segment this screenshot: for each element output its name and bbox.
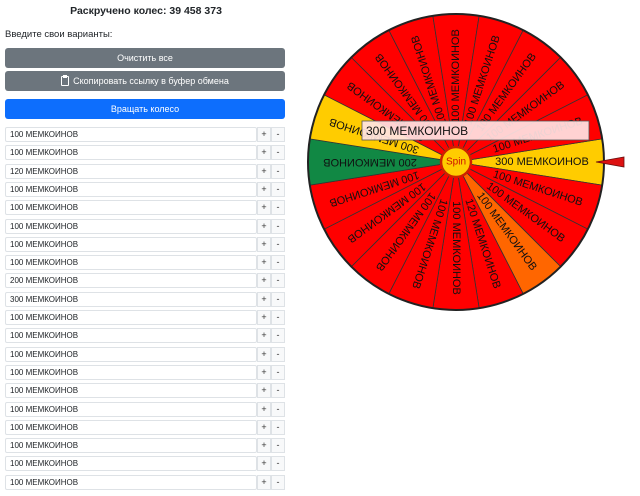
increase-button[interactable]: + — [257, 145, 271, 161]
option-row: 100 МЕМКОИНОВ + - — [5, 346, 285, 362]
decrease-button[interactable]: - — [271, 200, 285, 216]
prize-wheel[interactable]: 300 МЕМКОИНОВ100 МЕМКОИНОВ100 МЕМКОИНОВ1… — [300, 0, 640, 330]
option-row: 200 МЕМКОИНОВ + - — [5, 273, 285, 289]
option-input[interactable]: 120 МЕМКОИНОВ — [5, 163, 257, 179]
increase-button[interactable]: + — [257, 291, 271, 307]
option-input[interactable]: 100 МЕМКОИНОВ — [5, 255, 257, 271]
decrease-button[interactable]: - — [271, 291, 285, 307]
decrease-button[interactable]: - — [271, 419, 285, 435]
option-row: 100 МЕМКОИНОВ + - — [5, 200, 285, 216]
option-row: 100 МЕМКОИНОВ + - — [5, 255, 285, 271]
increase-button[interactable]: + — [257, 364, 271, 380]
increase-button[interactable]: + — [257, 474, 271, 490]
option-input[interactable]: 100 МЕМКОИНОВ — [5, 145, 257, 161]
clear-all-label: Очистить все — [117, 53, 173, 63]
copy-link-button[interactable]: Скопировать ссылку в буфер обмена — [5, 71, 285, 91]
increase-button[interactable]: + — [257, 236, 271, 252]
option-input[interactable]: 100 МЕМКОИНОВ — [5, 419, 257, 435]
clipboard-icon — [61, 75, 70, 86]
option-row: 100 МЕМКОИНОВ + - — [5, 218, 285, 234]
option-input[interactable]: 100 МЕМКОИНОВ — [5, 218, 257, 234]
increase-button[interactable]: + — [257, 383, 271, 399]
wheel-segment-label: 200 МЕМКОИНОВ — [323, 156, 417, 168]
options-hint: Введите свои варианты: — [5, 29, 113, 40]
increase-button[interactable]: + — [257, 328, 271, 344]
increase-button[interactable]: + — [257, 200, 271, 216]
option-input[interactable]: 100 МЕМКОИНОВ — [5, 181, 257, 197]
option-input[interactable]: 200 МЕМКОИНОВ — [5, 273, 257, 289]
option-row: 100 МЕМКОИНОВ + - — [5, 145, 285, 161]
decrease-button[interactable]: - — [271, 364, 285, 380]
increase-button[interactable]: + — [257, 438, 271, 454]
decrease-button[interactable]: - — [271, 401, 285, 417]
increase-button[interactable]: + — [257, 310, 271, 325]
decrease-button[interactable]: - — [271, 255, 285, 271]
option-row: 300 МЕМКОИНОВ + - — [5, 291, 285, 307]
decrease-button[interactable]: - — [271, 456, 285, 472]
option-row: 120 МЕМКОИНОВ + - — [5, 163, 285, 179]
wheel-segment-label: 100 МЕМКОИНОВ — [450, 29, 462, 123]
option-row: 100 МЕМКОИНОВ + - — [5, 127, 285, 142]
option-input[interactable]: 100 МЕМКОИНОВ — [5, 200, 257, 216]
option-row: 100 МЕМКОИНОВ + - — [5, 383, 285, 399]
options-panel: Раскручено колес: 39 458 373 Введите сво… — [0, 0, 292, 496]
option-input[interactable]: 100 МЕМКОИНОВ — [5, 346, 257, 362]
increase-button[interactable]: + — [257, 255, 271, 271]
spin-wheel-label: Вращать колесо — [110, 104, 180, 114]
wheel-area: 300 МЕМКОИНОВ 100 МЕМКОИНОВ 100 МЕМКОИНОВ 1… — [300, 0, 640, 330]
option-row: 100 МЕМКОИНОВ + - — [5, 474, 285, 490]
increase-button[interactable]: + — [257, 163, 271, 179]
decrease-button[interactable]: - — [271, 328, 285, 344]
decrease-button[interactable]: - — [271, 383, 285, 399]
option-input[interactable]: 100 МЕМКОИНОВ — [5, 328, 257, 344]
option-row: 100 МЕМКОИНОВ + - — [5, 401, 285, 417]
spin-counter: Раскручено колес: 39 458 373 — [70, 5, 222, 17]
option-row: 100 МЕМКОИНОВ + - — [5, 438, 285, 454]
option-input[interactable]: 100 МЕМКОИНОВ — [5, 236, 257, 252]
increase-button[interactable]: + — [257, 401, 271, 417]
option-input[interactable]: 100 МЕМКОИНОВ — [5, 364, 257, 380]
option-row: 100 МЕМКОИНОВ + - — [5, 456, 285, 472]
decrease-button[interactable]: - — [271, 145, 285, 161]
spin-wheel-button[interactable]: Вращать колесо — [5, 99, 285, 119]
decrease-button[interactable]: - — [271, 127, 285, 142]
option-row: 100 МЕМКОИНОВ + - — [5, 310, 285, 325]
spin-hub-label: Spin — [446, 157, 466, 168]
option-input[interactable]: 100 МЕМКОИНОВ — [5, 401, 257, 417]
option-input[interactable]: 100 МЕМКОИНОВ — [5, 310, 257, 325]
increase-button[interactable]: + — [257, 419, 271, 435]
decrease-button[interactable]: - — [271, 236, 285, 252]
option-row: 100 МЕМКОИНОВ + - — [5, 181, 285, 197]
decrease-button[interactable]: - — [271, 273, 285, 289]
option-input[interactable]: 100 МЕМКОИНОВ — [5, 474, 257, 490]
increase-button[interactable]: + — [257, 346, 271, 362]
decrease-button[interactable]: - — [271, 218, 285, 234]
increase-button[interactable]: + — [257, 181, 271, 197]
wheel-segment-label: 100 МЕМКОИНОВ — [450, 201, 462, 295]
wheel-segment-label: 300 МЕМКОИНОВ — [495, 156, 589, 168]
option-row: 100 МЕМКОИНОВ + - — [5, 364, 285, 380]
result-label: 300 МЕМКОИНОВ — [366, 124, 468, 138]
increase-button[interactable]: + — [257, 218, 271, 234]
increase-button[interactable]: + — [257, 456, 271, 472]
decrease-button[interactable]: - — [271, 310, 285, 325]
decrease-button[interactable]: - — [271, 163, 285, 179]
option-row: 100 МЕМКОИНОВ + - — [5, 328, 285, 344]
decrease-button[interactable]: - — [271, 181, 285, 197]
option-row: 100 МЕМКОИНОВ + - — [5, 236, 285, 252]
decrease-button[interactable]: - — [271, 474, 285, 490]
increase-button[interactable]: + — [257, 127, 271, 142]
copy-link-label: Скопировать ссылку в буфер обмена — [73, 76, 229, 86]
option-input[interactable]: 300 МЕМКОИНОВ — [5, 291, 257, 307]
option-input[interactable]: 100 МЕМКОИНОВ — [5, 438, 257, 454]
option-input[interactable]: 100 МЕМКОИНОВ — [5, 456, 257, 472]
decrease-button[interactable]: - — [271, 346, 285, 362]
option-row: 100 МЕМКОИНОВ + - — [5, 419, 285, 435]
decrease-button[interactable]: - — [271, 438, 285, 454]
clear-all-button[interactable]: Очистить все — [5, 48, 285, 68]
option-input[interactable]: 100 МЕМКОИНОВ — [5, 383, 257, 399]
increase-button[interactable]: + — [257, 273, 271, 289]
option-input[interactable]: 100 МЕМКОИНОВ — [5, 127, 257, 142]
